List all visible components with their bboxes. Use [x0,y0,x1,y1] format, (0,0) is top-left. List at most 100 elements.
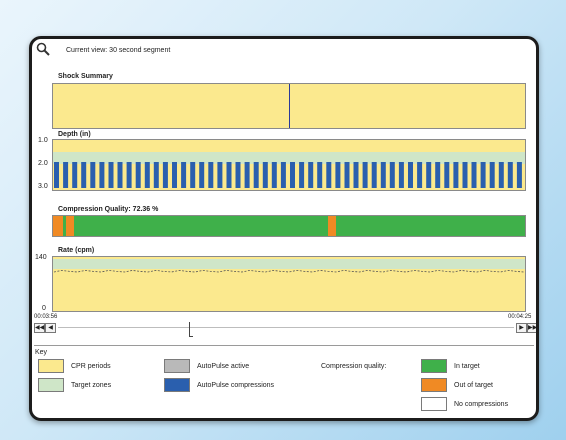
depth-bar [507,162,513,188]
magnifier-icon [36,42,50,56]
depth-bar [199,162,205,188]
cpr-periods-swatch [38,359,64,373]
target-zones-swatch [38,378,64,392]
cpr-periods-label: CPR periods [71,363,111,370]
depth-bar [90,162,96,188]
depth-bar [462,162,468,188]
key-title: Key [35,349,48,356]
depth-bar [326,162,332,188]
depth-bar [398,162,404,188]
depth-bar [344,162,350,188]
go-start-button[interactable]: ◀◀ [34,323,45,333]
depth-bar [135,162,141,188]
depth-tick-3: 3.0 [38,183,48,190]
depth-bar [72,162,78,188]
zoom-button[interactable] [36,42,50,56]
depth-bar [63,162,69,188]
current-view-label: Current view: 30 second segment [66,47,171,54]
depth-bar [117,162,123,188]
rate-line [53,269,525,273]
rate-title: Rate (cpm) [58,247,95,254]
out-of-target-label: Out of target [454,382,493,389]
compression-quality-title: Compression Quality: 72.36 % [58,206,159,213]
depth-bar [235,162,241,188]
autopulse-compressions-swatch [164,378,190,392]
shock-marker [289,84,290,128]
depth-bar [480,162,486,188]
compression-quality-key-label: Compression quality: [321,363,387,370]
depth-bar [444,162,450,188]
depth-bar [54,162,59,188]
target-zones-label: Target zones [71,382,112,389]
depth-bar [435,162,441,188]
timeline-end-label: 00:04:25 [508,314,532,320]
depth-bar [262,162,268,188]
depth-bar [217,162,223,188]
rate-tick-bottom: 0 [42,305,46,312]
depth-bar [308,162,314,188]
step-forward-button[interactable]: ▶ [516,323,527,333]
depth-bar [426,162,432,188]
depth-bar [417,162,423,188]
depth-compression-bars [54,162,522,188]
depth-bar [317,162,323,188]
rate-track [52,256,526,312]
quality-out-segment-1 [53,216,63,236]
timeline-slider-thumb[interactable] [189,322,193,337]
depth-bar [498,162,504,188]
depth-bar [362,162,368,188]
no-compressions-label: No compressions [454,401,509,408]
depth-bar [226,162,232,188]
depth-bar [81,162,87,188]
depth-bar [353,162,359,188]
depth-tick-1: 1.0 [38,137,48,144]
autopulse-active-swatch [164,359,190,373]
depth-bar [408,162,413,188]
depth-bar [453,162,459,188]
shock-summary-track [52,83,526,129]
depth-bar [208,162,214,188]
depth-bar [471,162,477,188]
in-target-label: In target [454,363,480,370]
depth-bar [153,162,159,188]
depth-bar [181,162,187,188]
quality-out-segment-3 [328,216,336,236]
timeline-start-label: 00:03:56 [34,314,58,320]
timeline-slider-track[interactable] [58,327,514,328]
depth-bar [380,162,386,188]
depth-bar [280,162,286,188]
depth-bar [144,162,150,188]
rate-trace [53,269,525,273]
quality-out-segment-2 [66,216,74,236]
depth-bar [389,162,395,188]
rate-tick-top: 140 [35,254,47,261]
depth-tick-2: 2.0 [38,160,48,167]
cpr-review-window: Current view: 30 second segment Shock Su… [29,36,539,421]
shock-summary-title: Shock Summary [58,73,113,80]
no-compressions-swatch [421,397,447,411]
depth-bar [371,162,377,188]
in-target-swatch [421,359,447,373]
depth-bar [489,162,495,188]
compression-quality-track [52,215,526,237]
depth-bar [516,162,522,188]
depth-bar [162,162,168,188]
depth-bar [172,162,177,188]
depth-bar [335,162,341,188]
depth-bar [108,162,114,188]
go-end-button[interactable]: ▶▶ [527,323,536,333]
depth-bar [99,162,105,188]
autopulse-active-label: AutoPulse active [197,363,250,370]
depth-bar [190,162,196,188]
key-divider [34,345,534,346]
depth-title: Depth (in) [58,131,91,138]
autopulse-compressions-label: AutoPulse compressions [197,382,275,389]
out-of-target-swatch [421,378,447,392]
depth-track [52,139,526,191]
depth-bar [299,162,305,188]
depth-bar [290,162,295,188]
step-back-button[interactable]: ◀ [45,323,56,333]
depth-bar [253,162,259,188]
depth-bar [271,162,277,188]
depth-bar [244,162,250,188]
